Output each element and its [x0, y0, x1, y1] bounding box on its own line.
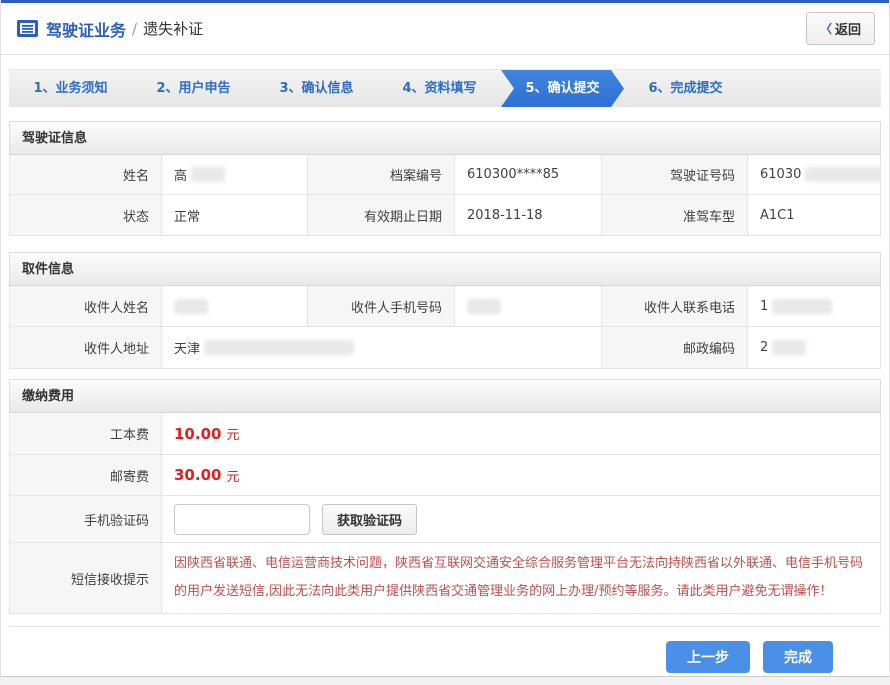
step-tab-4[interactable]: 4、资料填写 [378, 70, 501, 107]
table-row: 收件人姓名 收件人手机号码 收件人联系电话 1 [10, 286, 880, 327]
step-tab-1[interactable]: 1、业务须知 [9, 70, 132, 107]
address-value: 天津 [162, 327, 602, 368]
redacted-blob [805, 167, 880, 182]
file-no-value: 610300****85 [455, 155, 602, 194]
back-button-label: 返回 [835, 19, 861, 38]
postcode-value: 2 [748, 327, 880, 368]
redacted-blob [174, 299, 208, 314]
fees-section: 缴纳费用 工本费 10.00 元 邮寄费 30.00 元 手机验证码 获取验证码 [9, 379, 881, 614]
postage-fee-amount: 30.00 [174, 466, 221, 484]
recipient-tel-label: 收件人联系电话 [602, 286, 748, 326]
redacted-blob [467, 299, 501, 314]
table-row: 收件人地址 天津 邮政编码 2 [10, 327, 880, 368]
production-fee-unit: 元 [226, 424, 239, 443]
file-no-label: 档案编号 [308, 155, 455, 194]
production-fee-amount: 10.00 [174, 425, 221, 443]
production-fee-label: 工本费 [10, 413, 162, 454]
expiry-value: 2018-11-18 [455, 195, 602, 235]
step-tab-5-active[interactable]: 5、确认提交 [501, 70, 624, 107]
pickup-info-table: 收件人姓名 收件人手机号码 收件人联系电话 1 收件人地址 天津 邮政编码 2 [9, 286, 881, 369]
recipient-phone-label: 收件人手机号码 [308, 286, 455, 326]
page-header: 驾驶证业务 / 遗失补证 〈 返回 [1, 3, 889, 55]
recipient-name-value [162, 286, 308, 326]
recipient-name-label: 收件人姓名 [10, 286, 162, 326]
step-tab-6[interactable]: 6、完成提交 [624, 70, 747, 107]
expiry-label: 有效期止日期 [308, 195, 455, 235]
postage-fee-unit: 元 [226, 466, 239, 485]
table-row: 短信接收提示 因陕西省联通、电信运营商技术问题，陕西省互联网交通安全综合服务管理… [10, 543, 880, 613]
step-tab-3[interactable]: 3、确认信息 [255, 70, 378, 107]
license-info-table: 姓名 高 档案编号 610300****85 驾驶证号码 61030 状态 正常… [9, 155, 881, 236]
table-row: 状态 正常 有效期止日期 2018-11-18 准驾车型 A1C1 [10, 195, 880, 235]
license-info-section: 驾驶证信息 姓名 高 档案编号 610300****85 驾驶证号码 61030… [9, 121, 881, 236]
recipient-phone-value [455, 286, 602, 326]
table-row: 工本费 10.00 元 [10, 413, 880, 455]
name-value: 高 [162, 155, 308, 194]
status-label: 状态 [10, 195, 162, 235]
get-code-button[interactable]: 获取验证码 [322, 504, 417, 535]
page-title: 驾驶证业务 [46, 17, 126, 41]
sms-notice-text: 因陕西省联通、电信运营商技术问题，陕西省互联网交通安全综合服务管理平台无法向持陕… [162, 543, 880, 613]
sms-notice-cell: 因陕西省联通、电信运营商技术问题，陕西省互联网交通安全综合服务管理平台无法向持陕… [162, 543, 880, 613]
table-row: 邮寄费 30.00 元 [10, 455, 880, 496]
sms-notice-label: 短信接收提示 [10, 543, 162, 613]
production-fee-value: 10.00 元 [162, 413, 880, 454]
license-no-label: 驾驶证号码 [602, 155, 748, 194]
name-label: 姓名 [10, 155, 162, 194]
redacted-blob [204, 340, 354, 355]
prev-step-button[interactable]: 上一步 [666, 641, 750, 673]
postage-fee-label: 邮寄费 [10, 455, 162, 495]
status-value: 正常 [162, 195, 308, 235]
pickup-section-title: 取件信息 [9, 252, 881, 286]
sms-code-label: 手机验证码 [10, 496, 162, 542]
page-container: 驾驶证业务 / 遗失补证 〈 返回 1、业务须知 2、用户申告 3、确认信息 4… [0, 0, 890, 677]
step-bar-filler [747, 70, 881, 107]
step-tab-2[interactable]: 2、用户申告 [132, 70, 255, 107]
postage-fee-value: 30.00 元 [162, 455, 880, 495]
table-row: 姓名 高 档案编号 610300****85 驾驶证号码 61030 [10, 155, 880, 195]
sms-code-input[interactable] [174, 504, 310, 535]
redacted-blob [191, 167, 225, 182]
pickup-info-section: 取件信息 收件人姓名 收件人手机号码 收件人联系电话 1 收件人地址 天津 邮政… [9, 252, 881, 369]
breadcrumb-subtitle: 遗失补证 [143, 18, 203, 39]
sms-code-cell: 获取验证码 [162, 496, 880, 542]
redacted-blob [772, 340, 806, 355]
address-label: 收件人地址 [10, 327, 162, 368]
back-chevron-icon: 〈 [820, 20, 832, 37]
table-row: 手机验证码 获取验证码 [10, 496, 880, 543]
step-wizard: 1、业务须知 2、用户申告 3、确认信息 4、资料填写 5、确认提交 6、完成提… [9, 69, 881, 107]
fees-table: 工本费 10.00元 邮寄费 30.00元 手机验证码 获取验证码 短信接收提 [9, 413, 881, 614]
postcode-label: 邮政编码 [602, 327, 748, 368]
class-value: A1C1 [748, 195, 880, 235]
license-list-icon [17, 20, 38, 37]
finish-button[interactable]: 完成 [763, 641, 833, 673]
license-no-value: 61030 [748, 155, 880, 194]
footer-actions: 上一步 完成 [9, 626, 881, 673]
back-button[interactable]: 〈 返回 [806, 12, 875, 45]
fees-section-title: 缴纳费用 [9, 379, 881, 413]
class-label: 准驾车型 [602, 195, 748, 235]
license-section-title: 驾驶证信息 [9, 121, 881, 155]
breadcrumb-separator: / [132, 20, 137, 38]
redacted-blob [772, 299, 832, 314]
recipient-tel-value: 1 [748, 286, 880, 326]
